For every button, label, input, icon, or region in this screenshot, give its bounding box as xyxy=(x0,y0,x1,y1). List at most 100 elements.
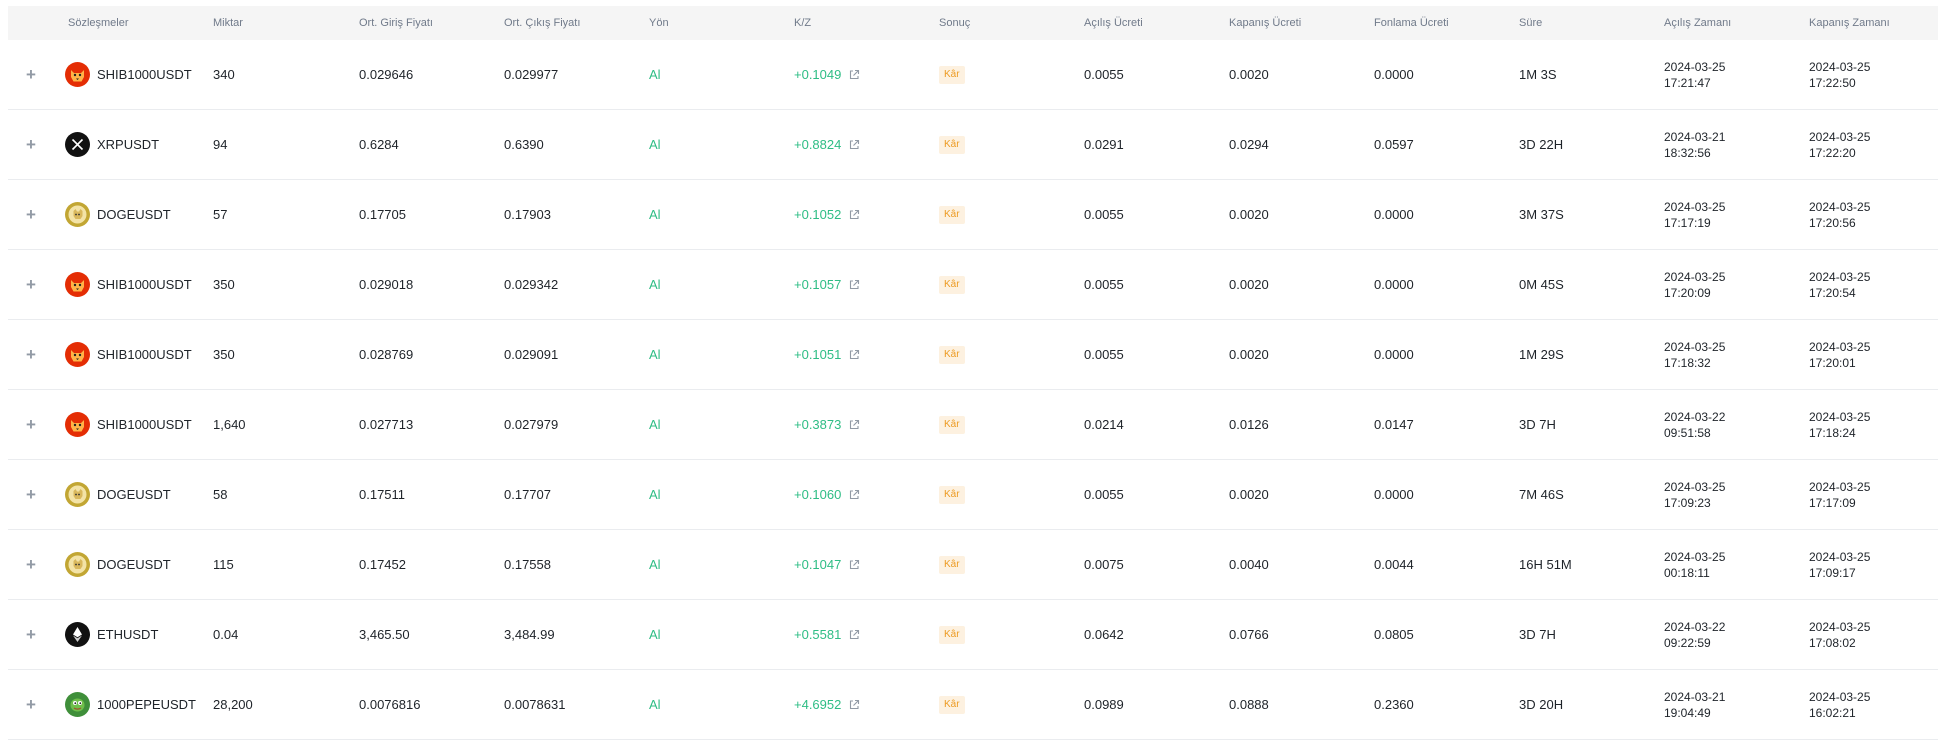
table-body: + SHIB1000USDT 340 0.029646 0.029977 Al … xyxy=(8,40,1938,740)
expand-row-button[interactable]: + xyxy=(24,460,38,529)
pepe-icon xyxy=(65,692,90,717)
external-link-icon[interactable] xyxy=(848,139,860,151)
external-link-icon[interactable] xyxy=(848,699,860,711)
duration-value: 7M 46S xyxy=(1519,487,1564,502)
table-row: + DOGEUSDT 57 0.17705 0.17903 Al +0.1052… xyxy=(8,180,1938,250)
open-time-cell: 2024-03-22 09:22:59 xyxy=(1664,600,1725,669)
exit-price-value: 0.17903 xyxy=(504,207,551,222)
expand-row-button[interactable]: + xyxy=(24,320,38,389)
contract-symbol[interactable]: SHIB1000USDT xyxy=(97,347,192,362)
open-time-cell: 2024-03-21 19:04:49 xyxy=(1664,670,1725,739)
header-open-time: Açılış Zamanı xyxy=(1664,17,1732,29)
close-fee-value: 0.0020 xyxy=(1229,347,1269,362)
result-cell: Kâr xyxy=(939,180,965,249)
close-time-cell: 2024-03-25 17:09:17 xyxy=(1809,530,1870,599)
pnl-value: +0.1049 xyxy=(794,67,842,82)
pnl-link[interactable]: +4.6952 xyxy=(794,670,860,739)
contract-cell: DOGEUSDT xyxy=(65,530,171,599)
result-cell: Kâr xyxy=(939,40,965,109)
open-time-cell: 2024-03-25 17:09:23 xyxy=(1664,460,1725,529)
qty-value: 350 xyxy=(213,347,235,362)
external-link-icon[interactable] xyxy=(848,489,860,501)
close-time-cell: 2024-03-25 16:02:21 xyxy=(1809,670,1870,739)
expand-row-button[interactable]: + xyxy=(24,180,38,249)
contract-cell: ETHUSDT xyxy=(65,600,158,669)
header-open-fee: Açılış Ücreti xyxy=(1084,17,1143,29)
external-link-icon[interactable] xyxy=(848,349,860,361)
close-fee-value: 0.0020 xyxy=(1229,277,1269,292)
result-badge: Kâr xyxy=(939,65,965,84)
contract-symbol[interactable]: ETHUSDT xyxy=(97,627,158,642)
contract-cell: SHIB1000USDT xyxy=(65,40,192,109)
close-time-cell: 2024-03-25 17:20:56 xyxy=(1809,180,1870,249)
external-link-icon[interactable] xyxy=(848,559,860,571)
expand-row-button[interactable]: + xyxy=(24,670,38,739)
expand-row-button[interactable]: + xyxy=(24,600,38,669)
close-clock: 17:08:02 xyxy=(1809,635,1856,650)
close-date: 2024-03-25 xyxy=(1809,689,1871,704)
expand-row-button[interactable]: + xyxy=(24,530,38,599)
pnl-link[interactable]: +0.1057 xyxy=(794,250,860,319)
contract-symbol[interactable]: SHIB1000USDT xyxy=(97,277,192,292)
close-date: 2024-03-25 xyxy=(1809,339,1871,354)
expand-row-button[interactable]: + xyxy=(24,390,38,459)
external-link-icon[interactable] xyxy=(848,69,860,81)
pnl-value: +0.5581 xyxy=(794,627,842,642)
external-link-icon[interactable] xyxy=(848,629,860,641)
contract-symbol[interactable]: DOGEUSDT xyxy=(97,487,171,502)
pnl-link[interactable]: +0.8824 xyxy=(794,110,860,179)
side-value: Al xyxy=(649,277,661,292)
pnl-link[interactable]: +0.1052 xyxy=(794,180,860,249)
pnl-value: +0.1057 xyxy=(794,277,842,292)
xrp-icon xyxy=(65,132,90,157)
external-link-icon[interactable] xyxy=(848,279,860,291)
pnl-value: +0.1047 xyxy=(794,557,842,572)
close-date: 2024-03-25 xyxy=(1809,549,1871,564)
result-badge: Kâr xyxy=(939,205,965,224)
expand-row-button[interactable]: + xyxy=(24,110,38,179)
side-value: Al xyxy=(649,417,661,432)
header-funding-fee: Fonlama Ücreti xyxy=(1374,17,1449,29)
header-side: Yön xyxy=(649,17,669,29)
contract-symbol[interactable]: DOGEUSDT xyxy=(97,557,171,572)
expand-row-button[interactable]: + xyxy=(24,40,38,109)
entry-price-value: 0.029018 xyxy=(359,277,414,292)
close-clock: 17:22:20 xyxy=(1809,145,1856,160)
close-fee-value: 0.0040 xyxy=(1229,557,1269,572)
open-time-cell: 2024-03-21 18:32:56 xyxy=(1664,110,1725,179)
contract-symbol[interactable]: SHIB1000USDT xyxy=(97,417,192,432)
shib-icon xyxy=(65,342,90,367)
pnl-link[interactable]: +0.1051 xyxy=(794,320,860,389)
duration-value: 3M 37S xyxy=(1519,207,1564,222)
pnl-link[interactable]: +0.1047 xyxy=(794,530,860,599)
side-value: Al xyxy=(649,697,661,712)
contract-cell: DOGEUSDT xyxy=(65,460,171,529)
side-value: Al xyxy=(649,487,661,502)
external-link-icon[interactable] xyxy=(848,419,860,431)
qty-value: 94 xyxy=(213,137,228,152)
open-date: 2024-03-21 xyxy=(1664,129,1726,144)
side-value: Al xyxy=(649,347,661,362)
contract-symbol[interactable]: XRPUSDT xyxy=(97,137,159,152)
close-date: 2024-03-25 xyxy=(1809,269,1871,284)
contract-symbol[interactable]: DOGEUSDT xyxy=(97,207,171,222)
pnl-value: +0.1052 xyxy=(794,207,842,222)
close-date: 2024-03-25 xyxy=(1809,199,1871,214)
contract-symbol[interactable]: SHIB1000USDT xyxy=(97,67,192,82)
open-date: 2024-03-21 xyxy=(1664,689,1726,704)
pnl-link[interactable]: +0.3873 xyxy=(794,390,860,459)
external-link-icon[interactable] xyxy=(848,209,860,221)
entry-price-value: 0.17511 xyxy=(359,487,406,502)
close-time-cell: 2024-03-25 17:18:24 xyxy=(1809,390,1870,459)
expand-row-button[interactable]: + xyxy=(24,250,38,319)
pnl-link[interactable]: +0.1049 xyxy=(794,40,860,109)
pnl-link[interactable]: +0.1060 xyxy=(794,460,860,529)
contract-cell: SHIB1000USDT xyxy=(65,390,192,459)
funding-fee-value: 0.0000 xyxy=(1374,487,1414,502)
contract-symbol[interactable]: 1000PEPEUSDT xyxy=(97,697,196,712)
open-fee-value: 0.0055 xyxy=(1084,67,1124,82)
entry-price-value: 0.6284 xyxy=(359,137,399,152)
exit-price-value: 0.17707 xyxy=(504,487,551,502)
pnl-link[interactable]: +0.5581 xyxy=(794,600,860,669)
open-date: 2024-03-25 xyxy=(1664,199,1726,214)
